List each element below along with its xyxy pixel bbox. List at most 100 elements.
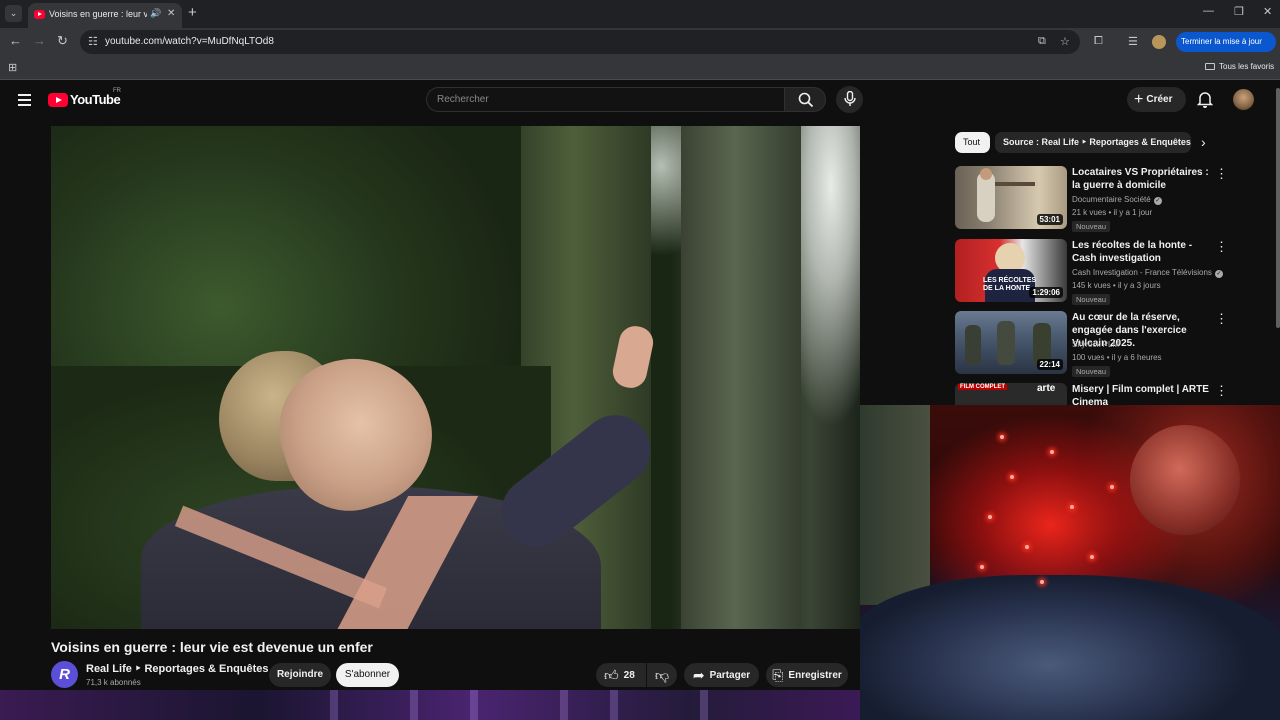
channel-label: Cash Investigation - France Télévisions: [1072, 268, 1212, 277]
recommended-video-meta: 145 k vues • il y a 3 jours: [1072, 281, 1161, 290]
share-arrow-icon: ➦: [692, 667, 705, 683]
notifications-bell-icon[interactable]: [1197, 90, 1213, 108]
video-title: Voisins en guerre : leur vie est devenue…: [51, 639, 373, 655]
video-thumbnail[interactable]: 22:14: [955, 311, 1067, 374]
tab-search-chevron-icon[interactable]: ⌄: [5, 5, 22, 22]
save-button[interactable]: ⎘ Enregistrer: [766, 663, 848, 687]
finish-update-button[interactable]: Terminer la mise à jour: [1176, 32, 1276, 52]
chevron-right-icon[interactable]: ›: [1201, 134, 1206, 150]
site-info-icon[interactable]: ☷: [88, 35, 98, 48]
restore-icon[interactable]: ❐: [1234, 5, 1244, 18]
bookmark-icon: ⎘: [772, 667, 784, 683]
recommended-video[interactable]: LES RÉCOLTES DE LA HONTE 1:29:06 Les réc…: [955, 239, 1270, 305]
recommended-video-channel[interactable]: Cash Investigation - France Télévisions ✓: [1072, 268, 1223, 278]
tab-close-icon[interactable]: ✕: [167, 8, 175, 19]
account-avatar[interactable]: [1233, 89, 1254, 110]
minimize-icon[interactable]: —: [1203, 5, 1214, 17]
chip-source[interactable]: Source : Real Life ‣ Reportages & Enquêt…: [995, 132, 1191, 153]
youtube-play-icon: [48, 93, 68, 107]
string-light: [1000, 435, 1004, 439]
youtube-wordmark: YouTube: [70, 92, 121, 107]
all-bookmarks-button[interactable]: Tous les favoris: [1205, 62, 1274, 71]
video-thumbnail[interactable]: 53:01: [955, 166, 1067, 229]
subscriber-count: 71,3 k abonnés: [86, 678, 141, 687]
recommended-video-meta: 100 vues • il y a 6 heures: [1072, 353, 1162, 362]
browser-toolbar: ← → ↻ ☷ youtube.com/watch?v=MuDfNqLTOd8 …: [0, 28, 1280, 56]
page-scrollbar[interactable]: [1276, 88, 1280, 328]
all-bookmarks-label: Tous les favoris: [1219, 62, 1275, 71]
channel-avatar[interactable]: R: [51, 661, 78, 688]
recommended-video[interactable]: 53:01 Locataires VS Propriétaires : la g…: [955, 166, 1270, 232]
string-light: [1040, 580, 1044, 584]
browser-tab-bar: ⌄ Voisins en guerre : leur vie est deven…: [0, 0, 1280, 28]
menu-hamburger-icon[interactable]: [18, 94, 31, 106]
more-actions-icon[interactable]: ⋮: [1215, 383, 1228, 399]
plus-icon: +: [1134, 91, 1144, 108]
back-arrow-icon[interactable]: ←: [9, 34, 22, 48]
string-light: [1070, 505, 1074, 509]
more-actions-icon[interactable]: ⋮: [1215, 239, 1228, 255]
browser-tab[interactable]: Voisins en guerre : leur vie est devenue…: [28, 3, 182, 28]
like-button[interactable]: 👍︎ 28: [596, 663, 646, 687]
webcam-wall: [860, 405, 930, 605]
search-button[interactable]: [784, 87, 826, 112]
dislike-button[interactable]: 👎︎: [647, 663, 677, 687]
video-player[interactable]: [51, 126, 860, 629]
tab-audio-icon[interactable]: 🔊: [150, 8, 161, 19]
string-light: [1025, 545, 1029, 549]
new-badge: Nouveau: [1072, 366, 1111, 377]
url-text[interactable]: youtube.com/watch?v=MuDfNqLTOd8: [105, 36, 274, 47]
browser-profile-avatar[interactable]: [1152, 35, 1166, 49]
youtube-favicon-icon: [34, 10, 45, 19]
search-icon: [798, 92, 814, 108]
new-tab-plus-icon[interactable]: +: [188, 5, 197, 20]
recommended-video-channel[interactable]: Documentaire Société ✓: [1072, 195, 1162, 205]
thumbs-down-icon: 👎︎: [654, 667, 670, 683]
thumbnail-caption: FILM COMPLET: [958, 384, 1007, 390]
channel-label: Documentaire Société: [1072, 195, 1151, 204]
install-app-icon[interactable]: ⧉: [1038, 35, 1046, 48]
reading-list-icon[interactable]: ☰: [1128, 35, 1138, 48]
chip-all[interactable]: Tout: [955, 132, 990, 153]
recommended-video[interactable]: FILM COMPLET arte Misery | Film complet …: [955, 383, 1270, 405]
string-light: [1090, 555, 1094, 559]
verified-check-icon: ✓: [1153, 197, 1162, 205]
apps-grid-icon[interactable]: ⊞: [8, 61, 17, 74]
search-input[interactable]: Rechercher: [426, 87, 784, 112]
string-light: [1050, 450, 1054, 454]
share-label: Partager: [709, 670, 751, 681]
recommended-video-title[interactable]: Locataires VS Propriétaires : la guerre …: [1072, 166, 1212, 192]
more-actions-icon[interactable]: ⋮: [1215, 166, 1228, 182]
voice-search-button[interactable]: [836, 86, 863, 113]
extensions-icon[interactable]: ⧠: [1094, 35, 1103, 48]
window-close-icon[interactable]: ✕: [1263, 5, 1272, 18]
thumbnail-soldier: [965, 325, 981, 365]
video-thumbnail[interactable]: LES RÉCOLTES DE LA HONTE 1:29:06: [955, 239, 1067, 302]
more-actions-icon[interactable]: ⋮: [1215, 311, 1228, 327]
create-button[interactable]: + Créer: [1127, 87, 1186, 112]
recommended-video-channel[interactable]: Skyrock PLM: [1072, 340, 1119, 349]
forward-arrow-icon[interactable]: →: [33, 34, 46, 48]
channel-name[interactable]: Real Life ‣ Reportages & Enquêtes: [86, 662, 269, 675]
reload-icon[interactable]: ↻: [57, 34, 68, 48]
string-light: [980, 565, 984, 569]
join-button[interactable]: Rejoindre: [269, 663, 331, 687]
share-button[interactable]: ➦ Partager: [684, 663, 759, 687]
video-thumbnail[interactable]: FILM COMPLET arte: [955, 383, 1067, 405]
webcam-overlay: [860, 405, 1280, 720]
address-bar[interactable]: ☷ youtube.com/watch?v=MuDfNqLTOd8 ⧉ ☆: [80, 30, 1080, 54]
subscribe-button[interactable]: S'abonner: [336, 663, 399, 687]
bookmark-star-icon[interactable]: ☆: [1060, 35, 1070, 48]
recommended-video-meta: 21 k vues • il y a 1 jour: [1072, 208, 1153, 217]
recommended-video-title[interactable]: Misery | Film complet | ARTE Cinema: [1072, 383, 1212, 405]
thumbnail-soldier: [997, 321, 1015, 365]
recommended-video-title[interactable]: Les récoltes de la honte - Cash investig…: [1072, 239, 1212, 265]
verified-check-icon: ✓: [1214, 270, 1223, 278]
thumbs-up-icon: 👍︎: [604, 667, 619, 683]
folder-icon: [1205, 63, 1215, 70]
new-badge: Nouveau: [1072, 294, 1111, 305]
background-lighting-strip: [0, 690, 860, 720]
video-frame-tree: [681, 126, 801, 629]
recommended-video[interactable]: 22:14 Au cœur de la réserve, engagée dan…: [955, 311, 1270, 377]
bookmarks-bar: ⊞ Tous les favoris: [0, 56, 1280, 80]
